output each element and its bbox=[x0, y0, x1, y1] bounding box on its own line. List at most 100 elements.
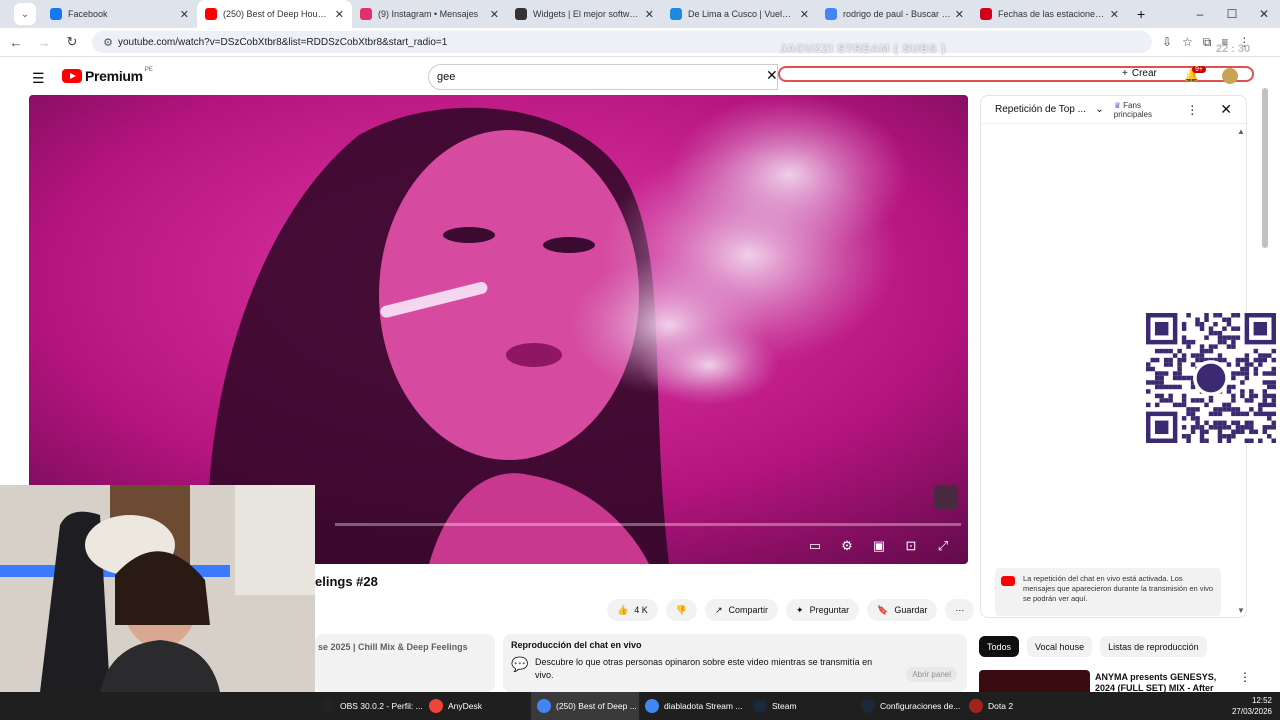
close-window-button[interactable]: ✕ bbox=[1248, 0, 1280, 28]
close-chat-icon[interactable]: ✕ bbox=[1220, 101, 1232, 118]
clock-time: 12:52 bbox=[1251, 696, 1272, 705]
tab-favicon-icon bbox=[205, 8, 217, 20]
subtitles-icon[interactable]: ▭ bbox=[806, 538, 824, 554]
minimize-button[interactable]: – bbox=[1184, 0, 1216, 28]
chip-all[interactable]: Todos bbox=[979, 636, 1020, 657]
recommended-title[interactable]: ANYMA presents GENESYS, 2024 (FULL SET) … bbox=[1095, 672, 1221, 694]
chat-menu-icon[interactable]: ⋮ bbox=[1186, 103, 1198, 117]
ask-button[interactable]: ✦ Preguntar bbox=[786, 599, 860, 621]
close-tab-icon[interactable]: ✕ bbox=[180, 8, 189, 21]
save-button[interactable]: 🔖 Guardar bbox=[867, 599, 938, 621]
new-tab-button[interactable]: + bbox=[1127, 0, 1155, 28]
close-tab-icon[interactable]: ✕ bbox=[800, 8, 809, 21]
maximize-button[interactable]: ☐ bbox=[1216, 0, 1248, 28]
notice-text: La repetición del chat en vivo está acti… bbox=[1023, 574, 1214, 603]
taskbar-item[interactable]: Configuraciones de... bbox=[855, 692, 963, 720]
chevron-down-icon[interactable]: ⌄ bbox=[1095, 104, 1103, 115]
settings-gear-icon[interactable]: ⚙ bbox=[838, 538, 856, 554]
close-tab-icon[interactable]: ✕ bbox=[645, 8, 654, 21]
browser-tab[interactable]: Facebook ✕ bbox=[42, 0, 197, 28]
webcam-image bbox=[0, 485, 315, 692]
youtube-logo[interactable]: Premium PE bbox=[62, 67, 153, 84]
description-snippet: se 2025 | Chill Mix & Deep Feelings bbox=[318, 642, 468, 652]
avatar[interactable] bbox=[1222, 68, 1238, 84]
back-button[interactable]: ← bbox=[4, 35, 28, 50]
taskbar-item[interactable]: Steam bbox=[747, 692, 855, 720]
tab-favicon-icon bbox=[670, 8, 682, 20]
player-controls: ▭ ⚙ ▣ ⊡ ⤢ bbox=[806, 538, 952, 554]
page-scrollbar[interactable] bbox=[1262, 88, 1268, 248]
chat-scroll-up-icon[interactable]: ▲ bbox=[1237, 127, 1245, 136]
chat-mode-selector[interactable]: Repetición de Top ... bbox=[995, 104, 1089, 115]
install-icon[interactable]: ⇩ bbox=[1162, 35, 1172, 50]
app-icon bbox=[645, 699, 659, 713]
tab-title: Fechas de las estaciones astro... bbox=[998, 9, 1106, 19]
thumbs-down-icon: 👎 bbox=[675, 604, 687, 615]
taskbar-item[interactable]: Dota 2 bbox=[963, 692, 1071, 720]
close-tab-icon[interactable]: ✕ bbox=[1110, 8, 1119, 21]
youtube-play-icon bbox=[62, 69, 82, 83]
taskbar-item[interactable]: (250) Best of Deep ... bbox=[531, 692, 639, 720]
share-label: Compartir bbox=[728, 605, 769, 615]
chip-vocal-house[interactable]: Vocal house bbox=[1027, 636, 1093, 657]
qr-code-overlay bbox=[1146, 313, 1276, 443]
url-field[interactable]: ⚙ youtube.com/watch?v=DSzCobXtbr8&list=R… bbox=[92, 31, 1152, 53]
tab-search-button[interactable]: ⌄ bbox=[14, 3, 36, 25]
chip-playlists[interactable]: Listas de reproducción bbox=[1100, 636, 1207, 657]
like-count: 4 K bbox=[634, 605, 648, 615]
taskbar-item[interactable]: diabladota Stream ... bbox=[639, 692, 747, 720]
tab-favicon-icon bbox=[515, 8, 527, 20]
browser-tab[interactable]: Fechas de las estaciones astro... ✕ bbox=[972, 0, 1127, 28]
video-thumbnail[interactable] bbox=[979, 670, 1090, 692]
theater-mode-icon[interactable]: ▣ bbox=[870, 538, 888, 554]
taskbar-label: (250) Best of Deep ... bbox=[556, 701, 637, 711]
top-fans-badge[interactable]: ♛ Fans principales bbox=[1114, 101, 1181, 119]
dislike-button[interactable]: 👎 bbox=[665, 599, 697, 621]
like-button[interactable]: 👍 4 K bbox=[607, 599, 658, 621]
browser-tab[interactable]: (9) Instagram • Mensajes ✕ bbox=[352, 0, 507, 28]
taskbar-label: Steam bbox=[772, 701, 797, 711]
browser-tab[interactable]: De Lima a Cusco | Vuelos de ... ✕ bbox=[662, 0, 817, 28]
tab-favicon-icon bbox=[50, 8, 62, 20]
chat-scroll-down-icon[interactable]: ▼ bbox=[1237, 606, 1245, 615]
clock-date: 27/03/2026 bbox=[1231, 707, 1272, 716]
browser-tab[interactable]: rodrigo de paul - Buscar con ... ✕ bbox=[817, 0, 972, 28]
filter-chips: Todos Vocal house Listas de reproducción bbox=[979, 636, 1207, 657]
search-input[interactable]: gee bbox=[428, 64, 778, 90]
cast-icon[interactable]: ⊡ bbox=[902, 538, 920, 554]
tab-title: (250) Best of Deep House [20... bbox=[223, 9, 331, 19]
notification-count-badge: 9+ bbox=[1192, 66, 1206, 73]
video-title: elings #28 bbox=[315, 574, 378, 589]
clear-search-icon[interactable]: ✕ bbox=[766, 67, 778, 84]
browser-tab[interactable]: Widgets | El mejor software p... ✕ bbox=[507, 0, 662, 28]
create-button[interactable]: + Crear bbox=[1122, 68, 1157, 79]
country-code: PE bbox=[144, 67, 153, 73]
browser-tab-strip: ⌄ Facebook✕(250) Best of Deep House [20.… bbox=[0, 0, 1280, 28]
recommended-menu-icon[interactable]: ⋮ bbox=[1239, 670, 1251, 684]
recommended-video[interactable]: ANYMA presents GENESYS, 2024 (FULL SET) … bbox=[979, 670, 1269, 694]
forward-button[interactable]: → bbox=[32, 35, 56, 50]
description-box[interactable]: se 2025 | Chill Mix & Deep Feelings bbox=[315, 634, 495, 692]
reload-button[interactable]: ↻ bbox=[60, 34, 84, 50]
tab-title: De Lima a Cusco | Vuelos de ... bbox=[688, 9, 796, 19]
bookmark-star-icon[interactable]: ☆ bbox=[1182, 35, 1193, 50]
close-tab-icon[interactable]: ✕ bbox=[490, 8, 499, 21]
app-icon bbox=[537, 699, 551, 713]
more-actions-button[interactable]: ⋯ bbox=[945, 599, 975, 621]
open-panel-button[interactable]: Abrir panel bbox=[906, 667, 957, 682]
site-info-icon[interactable]: ⚙ bbox=[98, 36, 118, 49]
taskbar-item[interactable]: AnyDesk bbox=[423, 692, 531, 720]
app-icon bbox=[969, 699, 983, 713]
tab-title: Widgets | El mejor software p... bbox=[533, 9, 641, 19]
youtube-icon bbox=[1001, 576, 1015, 586]
video-progress-bar[interactable] bbox=[335, 523, 961, 526]
share-button[interactable]: ↗ Compartir bbox=[704, 599, 779, 621]
browser-tab[interactable]: (250) Best of Deep House [20... ✕ bbox=[197, 0, 352, 28]
close-tab-icon[interactable]: ✕ bbox=[335, 8, 344, 21]
close-tab-icon[interactable]: ✕ bbox=[955, 8, 964, 21]
taskbar-item[interactable]: OBS 30.0.2 - Perfil: ... bbox=[315, 692, 423, 720]
hamburger-menu-icon[interactable]: ☰ bbox=[32, 70, 45, 87]
extensions-icon[interactable]: ⧉ bbox=[1203, 35, 1212, 50]
webcam-overlay bbox=[0, 485, 315, 692]
fullscreen-icon[interactable]: ⤢ bbox=[934, 538, 952, 554]
